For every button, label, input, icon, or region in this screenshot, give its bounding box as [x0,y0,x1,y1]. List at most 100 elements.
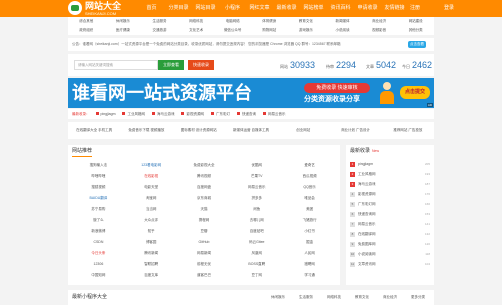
list-item[interactable]: 4 影视资源网 176 [350,189,430,199]
register-link[interactable]: 注册 [398,0,432,17]
mini-category-link[interactable]: 生活服务 [292,293,320,301]
site-link[interactable]: 美团 [283,204,336,215]
mini-category-link[interactable]: 教育文化 [348,293,376,301]
notice-button[interactable]: 点击查看 [408,41,426,48]
site-link[interactable]: 豆瓣 [178,226,231,237]
nav-item[interactable]: 申请收录 [354,0,381,17]
mini-category-link[interactable]: 网络科技 [320,293,348,301]
site-link[interactable]: 网易新闻 [178,248,231,259]
site-link[interactable]: 腾讯视频 [178,171,231,182]
list-item[interactable]: 1 pingjiagm 205 [350,159,430,169]
site-link[interactable]: 豆丁网 [230,270,283,281]
site-link[interactable]: 携程网 [178,215,231,226]
recommend-item[interactable]: 广东彩灯 [211,112,230,117]
category-link[interactable]: 文化艺术 [178,26,215,35]
banner-submit-button[interactable]: 点击提交 [400,86,430,99]
nav-item[interactable]: 最新收录 [273,0,300,17]
site-link[interactable]: QQ音乐 [283,182,336,193]
site-link[interactable]: 12306 [72,259,125,270]
recommend-item[interactable]: 工业风格网 [122,112,145,117]
site-link[interactable]: 百度贴吧 [230,226,283,237]
site-link[interactable]: 免费影视大全 [178,160,231,171]
quick-link[interactable]: 创业网站 [277,128,329,133]
category-link[interactable]: 新闻媒体 [324,17,361,26]
promo-banner[interactable]: 谁看网一站式资源平台 免费收录 快速审核 分类资源收录分享 点击提交 AD [68,78,434,108]
site-link[interactable]: 苏宁易购 [72,204,125,215]
site-link[interactable]: BOSS直聘 [230,259,283,270]
category-link[interactable]: 电脑网络 [214,17,251,26]
list-item[interactable]: 3 海马云游戏 187 [350,179,430,189]
site-link[interactable]: 搜狐视频 [72,182,125,193]
nav-item[interactable]: 网站目录 [192,0,219,17]
recommend-item[interactable]: 网易云音乐 [263,112,286,117]
recommend-item[interactable]: 快递查询 [237,112,256,117]
site-link[interactable]: 掘金 [283,237,336,248]
site-link[interactable]: 优酷网 [230,160,283,171]
login-link[interactable]: 登录 [432,0,466,17]
site-link[interactable]: 智联招聘 [125,259,178,270]
site-link[interactable]: 网易云音乐 [230,182,283,193]
site-link[interactable]: 京东商城 [178,193,231,204]
site-link[interactable]: 爱奇艺 [283,160,336,171]
quick-link[interactable]: 商业计划 广告设计 [329,128,381,133]
mini-category-link[interactable]: 商业经济 [376,293,404,301]
nav-item[interactable]: 网站榜单 [300,0,327,17]
category-link[interactable]: 微信公众号 [214,26,251,35]
quick-link[interactable]: 推荐网站 广告投放 [382,128,434,133]
nav-item[interactable]: 分类目录 [165,0,192,17]
site-link[interactable]: 唯品会 [283,193,336,204]
category-link[interactable]: 体育健身 [251,17,288,26]
quick-link[interactable]: 图标素材 设计资源网站 [173,128,225,133]
list-item[interactable]: 2 工业风格网 193 [350,169,430,179]
category-link[interactable]: 政府组织 [68,26,105,35]
submit-site-button[interactable]: 快速收录 [188,60,214,70]
site-link[interactable]: 闲鱼 [230,204,283,215]
site-link[interactable]: 天猫 [178,204,231,215]
site-link[interactable]: 今日头条 [72,248,125,259]
category-link[interactable]: 医疗健康 [105,26,142,35]
category-link[interactable]: 视频影音 [361,26,398,35]
site-link[interactable]: 大众点评 [125,215,178,226]
nav-item[interactable]: 资讯百科 [327,0,354,17]
site-link[interactable]: 去哪儿网 [230,215,283,226]
site-link[interactable]: 小红书 [283,226,336,237]
site-link[interactable]: 码云Gitee [230,237,283,248]
category-link[interactable]: 交通旅游 [141,26,178,35]
category-link[interactable]: 其他分类 [397,26,434,35]
site-link[interactable]: 西瓜视频 [283,171,336,182]
site-link[interactable]: 芒果TV [230,171,283,182]
nav-item[interactable]: 小程序 [219,0,246,17]
recommend-item[interactable]: 海马云游戏 [152,112,175,117]
search-button[interactable]: 立即查看 [158,60,184,70]
list-item[interactable]: 5 广东彩灯网 166 [350,199,430,209]
search-input[interactable]: 请输入网站关键词搜索 [74,60,158,70]
recommend-item[interactable]: 影视资源网 [181,112,204,117]
quick-link[interactable]: 免费音乐下载 视频播放 [120,128,172,133]
site-link[interactable]: 饿了么 [72,215,125,226]
site-link[interactable]: 淘宝网 [125,193,178,204]
list-item[interactable]: 8 在线翻译网 132 [350,229,430,239]
site-link[interactable]: 123看电影网 [125,160,178,171]
category-link[interactable]: 综合其他 [68,17,105,26]
site-link[interactable]: 博客园 [125,237,178,248]
list-item[interactable]: 7 网易云音乐 141 [350,219,430,229]
recommend-item[interactable]: pingjiagm [96,112,116,116]
nav-item[interactable]: 网红文章 [246,0,273,17]
site-link[interactable]: 百度文库 [125,270,178,281]
site-link[interactable]: 凤凰网 [230,248,283,259]
category-link[interactable]: 教育文化 [288,17,325,26]
site-link[interactable]: 百度网盘 [178,182,231,193]
site-link[interactable]: 新浪微博 [72,226,125,237]
category-link[interactable]: 小说阅读 [324,26,361,35]
category-link[interactable]: 游戏娱乐 [288,26,325,35]
list-item[interactable]: 6 快递查询网 153 [350,209,430,219]
site-link[interactable]: 在线影视 [125,171,178,182]
site-link[interactable]: 学习通 [283,270,336,281]
category-link[interactable]: 网络科技 [178,17,215,26]
list-item[interactable]: 10 小说阅读网 118 [350,249,430,259]
site-link[interactable]: 人民网 [283,248,336,259]
site-logo[interactable]: 网站大全 SHEIKANJI.COM [68,1,130,16]
site-link[interactable]: BAIDU翻译 [72,193,125,204]
quick-link[interactable]: 新媒体运营 自媒体工具 [225,128,277,133]
site-link[interactable]: 拼多多 [230,193,283,204]
